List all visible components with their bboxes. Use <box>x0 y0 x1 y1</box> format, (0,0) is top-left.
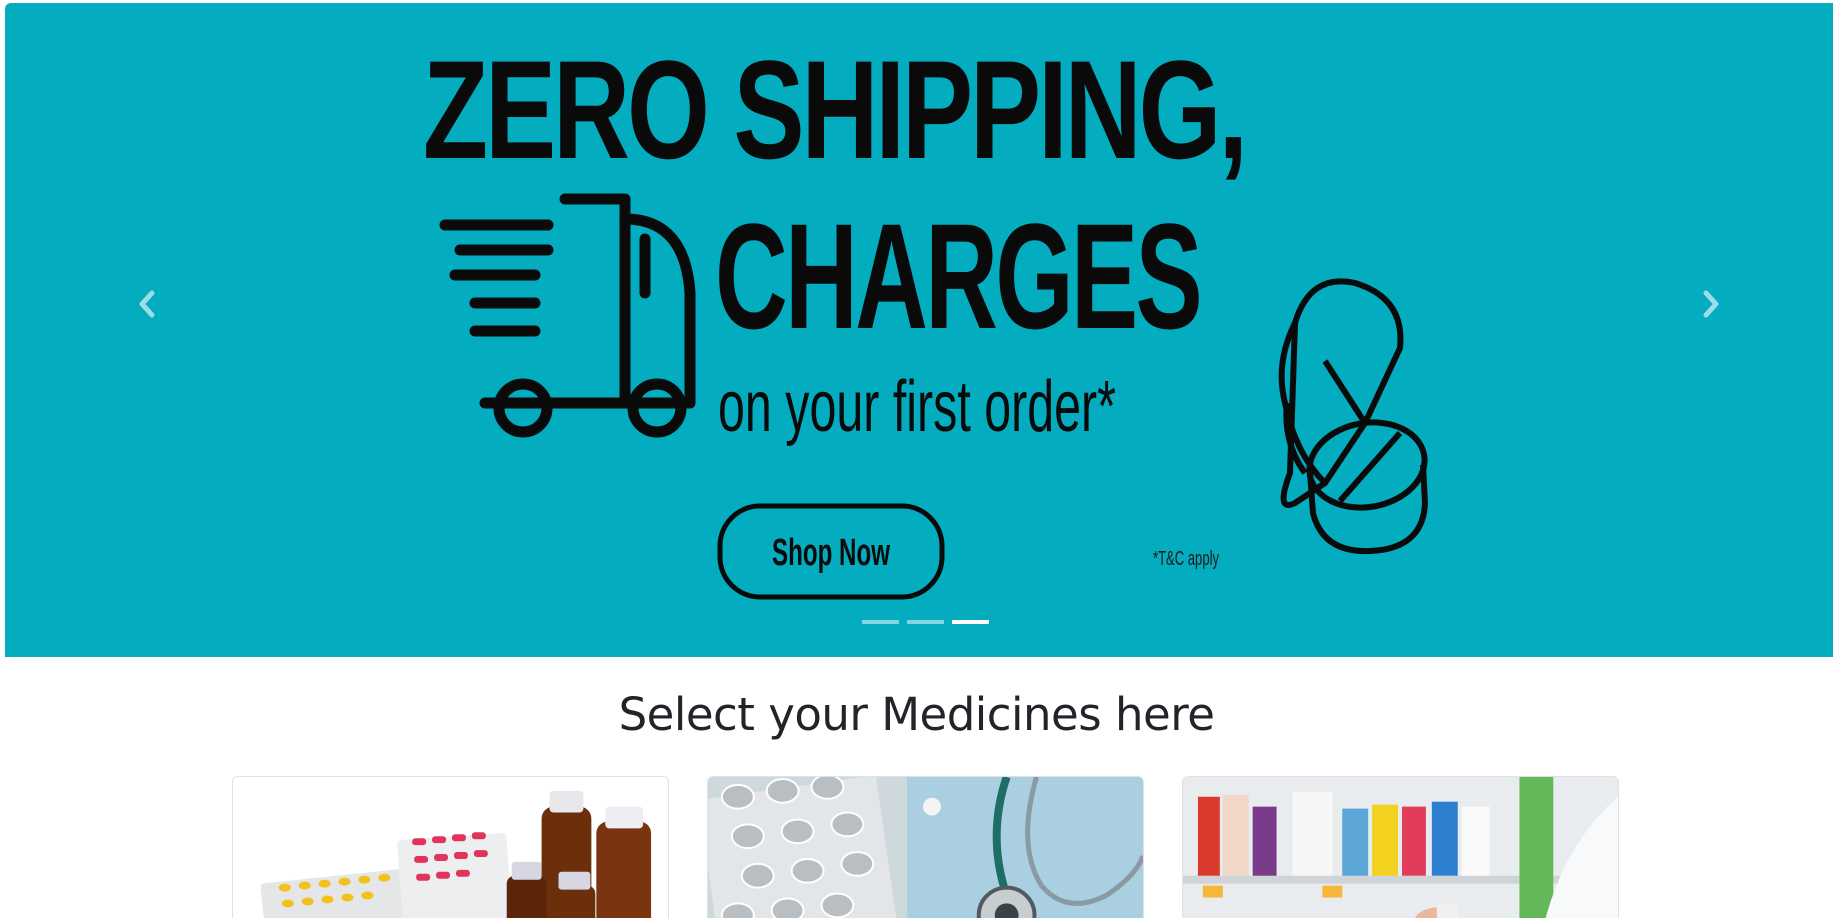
shop-now-label: Shop Now <box>772 532 890 574</box>
carousel-next-button[interactable] <box>1681 277 1741 331</box>
medicine-category-card-1[interactable] <box>232 776 669 918</box>
chevron-right-icon <box>1703 290 1719 318</box>
promo-banner: ZERO SHIPPING, CHARGES on your first ord… <box>423 31 1428 600</box>
hero-carousel: ZERO SHIPPING, CHARGES on your first ord… <box>5 3 1833 657</box>
banner-subheadline: on your first order* <box>718 367 1116 447</box>
chevron-left-icon <box>139 290 155 318</box>
card-image-pharmacy-shelves <box>1183 777 1618 918</box>
shop-now-button[interactable]: Shop Now <box>717 503 945 600</box>
carousel-indicator-2[interactable] <box>907 620 944 624</box>
card-image-blister-stethoscope <box>708 777 1143 918</box>
carousel-indicator-1[interactable] <box>862 620 899 624</box>
carousel-indicator-3[interactable] <box>952 620 989 624</box>
banner-headline-line2: CHARGES <box>715 192 1200 360</box>
card-image-medicine-bottles <box>233 777 668 918</box>
medicine-category-card-3[interactable] <box>1182 776 1619 918</box>
terms-note: *T&C apply <box>1153 548 1219 570</box>
carousel-indicators <box>862 620 989 624</box>
delivery-truck-icon <box>439 193 696 438</box>
carousel-prev-button[interactable] <box>117 277 177 331</box>
banner-headline-line1: ZERO SHIPPING, <box>423 31 1245 188</box>
pill-capsule-icon <box>1278 278 1428 555</box>
medicine-category-card-2[interactable] <box>707 776 1144 918</box>
section-title: Select your Medicines here <box>618 688 1215 741</box>
